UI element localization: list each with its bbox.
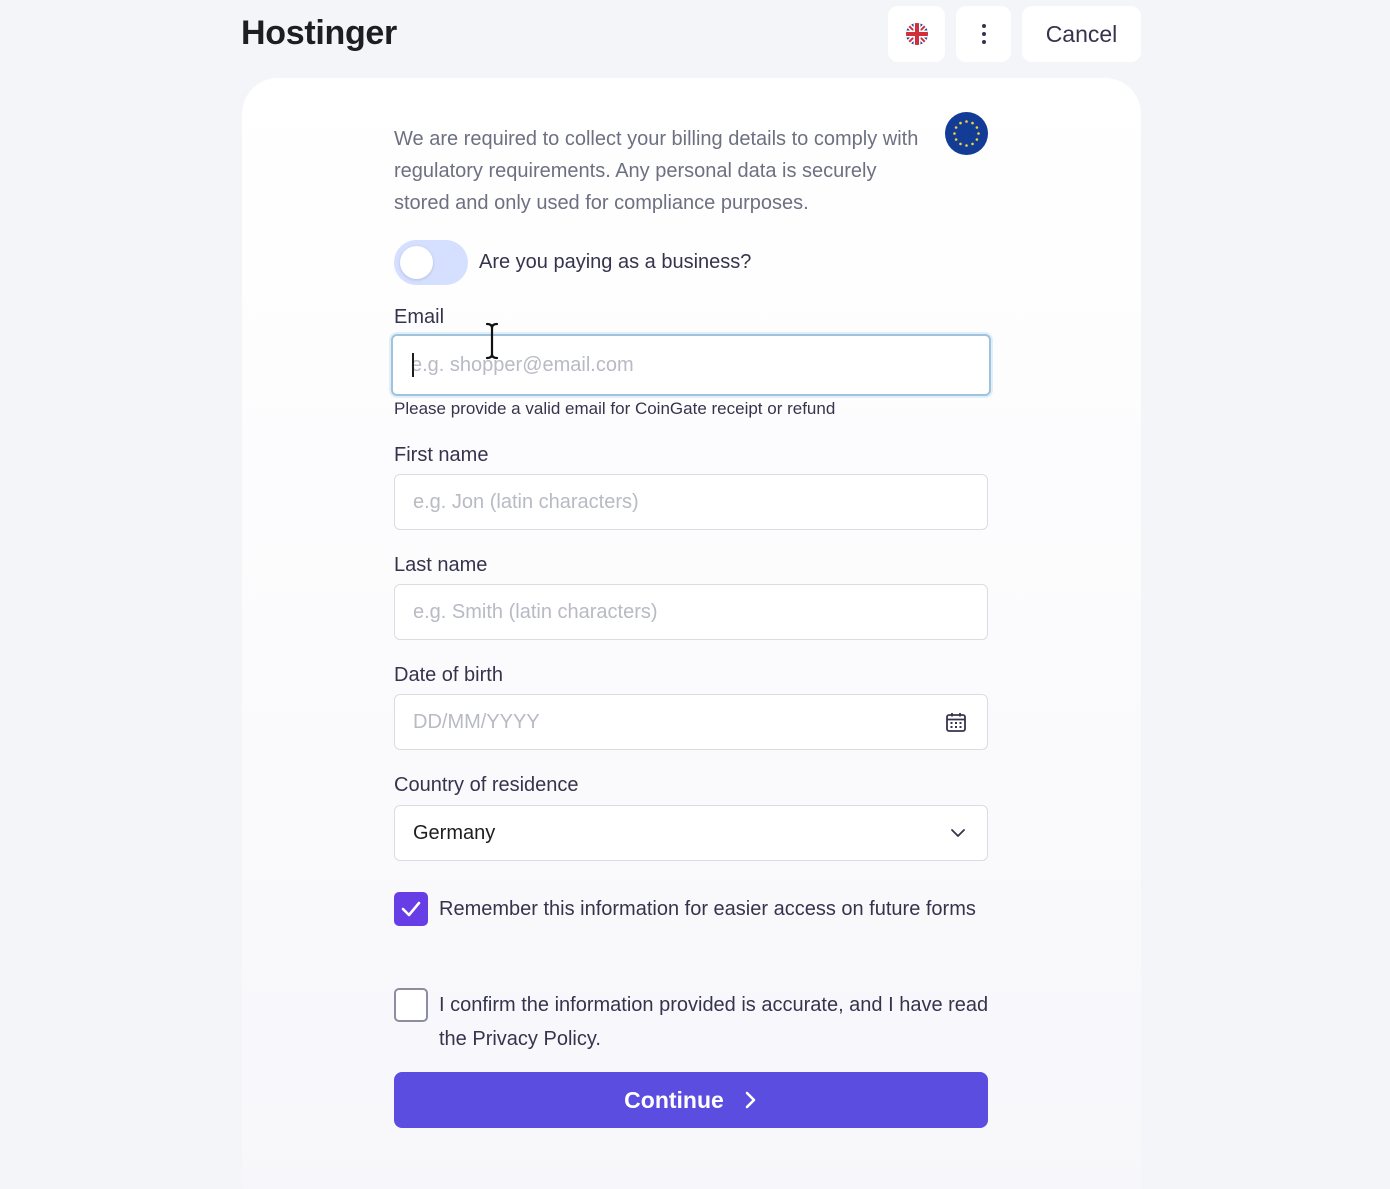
cancel-button[interactable]: Cancel xyxy=(1022,6,1141,62)
uk-flag-icon xyxy=(905,23,928,45)
country-select[interactable]: Germany xyxy=(394,805,988,861)
more-options-button[interactable] xyxy=(956,6,1011,62)
remember-checkbox-label[interactable]: Remember this information for easier acc… xyxy=(439,892,979,926)
date-of-birth-input[interactable] xyxy=(413,710,969,734)
email-field[interactable] xyxy=(391,334,991,396)
first-name-field[interactable] xyxy=(394,474,988,530)
first-name-input[interactable] xyxy=(413,490,969,514)
text-caret xyxy=(412,353,414,377)
email-hint: Please provide a valid email for CoinGat… xyxy=(394,399,836,418)
last-name-field[interactable] xyxy=(394,584,988,640)
compliance-notice: We are required to collect your billing … xyxy=(394,128,919,214)
text-cursor-icon xyxy=(485,322,499,360)
chevron-down-icon xyxy=(951,829,965,837)
continue-button[interactable]: Continue xyxy=(394,1072,988,1128)
confirm-checkbox-label[interactable]: I confirm the information provided is ac… xyxy=(439,988,999,1056)
toggle-knob xyxy=(400,246,433,279)
business-toggle-label: Are you paying as a business? xyxy=(479,251,752,273)
date-of-birth-field[interactable] xyxy=(394,694,988,750)
billing-details-page: Hostinger Cancel We are required to coll… xyxy=(0,0,1390,1189)
first-name-label: First name xyxy=(394,444,489,466)
country-selected-value: Germany xyxy=(413,821,496,844)
chevron-right-icon xyxy=(745,1091,756,1109)
remember-checkbox[interactable] xyxy=(394,892,428,926)
last-name-label: Last name xyxy=(394,554,488,576)
country-label: Country of residence xyxy=(394,774,579,796)
continue-button-label: Continue xyxy=(624,1086,724,1113)
business-toggle[interactable] xyxy=(394,240,468,285)
vertical-dots-icon xyxy=(981,24,986,44)
checkmark-icon xyxy=(401,901,421,917)
language-button[interactable] xyxy=(888,6,945,62)
date-of-birth-label: Date of birth xyxy=(394,664,503,686)
calendar-icon[interactable] xyxy=(945,711,967,733)
brand-logo: Hostinger xyxy=(241,14,397,52)
email-label: Email xyxy=(394,306,445,328)
last-name-input[interactable] xyxy=(413,600,969,624)
eu-flag-icon xyxy=(945,112,988,155)
confirm-checkbox[interactable] xyxy=(394,988,428,1022)
